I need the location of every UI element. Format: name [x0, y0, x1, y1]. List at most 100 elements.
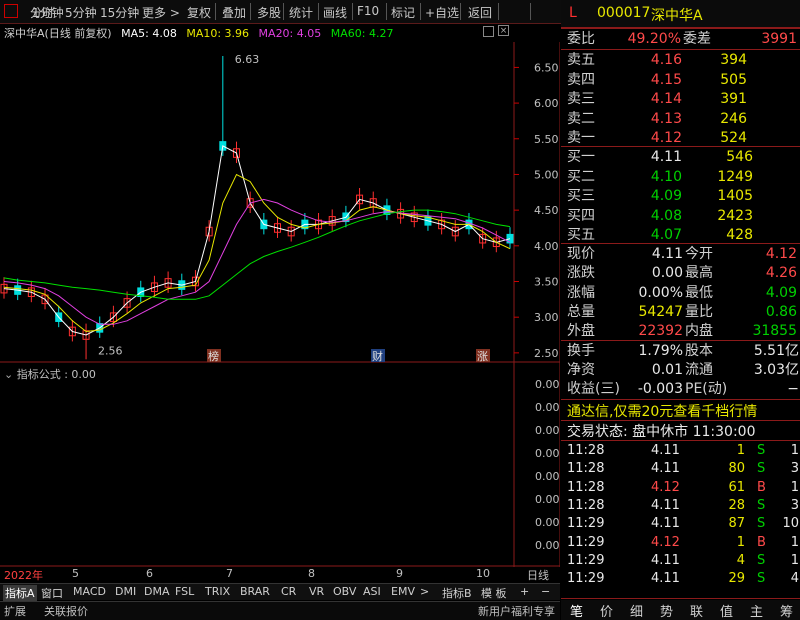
buy-row: 买四 4.08 2423: [567, 207, 799, 226]
buy-price: 4.09: [650, 188, 682, 204]
tick-row: 11:28 4.11 1 S 1: [567, 442, 799, 460]
indicator-tab-9[interactable]: VR: [309, 585, 324, 598]
toolbar-8[interactable]: 统计: [289, 4, 313, 21]
toolbar-divider: [530, 3, 531, 20]
detail-tab-6[interactable]: 主: [750, 601, 763, 620]
tick-row: 11:29 4.11 87 S 10: [567, 515, 799, 533]
toolbar-11[interactable]: 标记: [391, 4, 415, 21]
indicator-tab-17[interactable]: −: [541, 585, 550, 598]
toolbar-4[interactable]: 更多 >: [142, 4, 180, 21]
indicator-tab-6[interactable]: TRIX: [205, 585, 230, 598]
toolbar-3[interactable]: 15分钟: [100, 4, 139, 21]
fund-row: 换手 1.79% 股本 5.51亿: [567, 342, 799, 361]
y-tick-label: 4.00: [534, 240, 559, 253]
close-icon[interactable]: ×: [498, 25, 509, 36]
fund-label: 股本: [685, 343, 713, 359]
indicator-tab-12[interactable]: EMV: [391, 585, 415, 598]
detail-tab-4[interactable]: 联: [690, 601, 703, 620]
event-marker[interactable]: 财: [372, 349, 383, 363]
toolbar-1[interactable]: 1分钟: [32, 4, 64, 21]
detail-tab-0[interactable]: 笔: [570, 601, 583, 620]
tick-count: 1: [790, 534, 799, 550]
stat-value: 0.00%: [638, 284, 683, 301]
indicator-tab-4[interactable]: DMA: [144, 585, 170, 598]
indicator-tab-0[interactable]: 指标A: [3, 585, 37, 601]
stat-value: 54247: [638, 303, 683, 320]
indicator-tab-13[interactable]: >: [420, 585, 429, 598]
indicator-tick: 0.00: [535, 447, 560, 460]
y-tick-label: 2.50: [534, 347, 559, 360]
toolbar-divider: [460, 3, 461, 20]
buy-label: 买四: [567, 207, 595, 224]
indicator-tick: 0.00: [535, 493, 560, 506]
indicator-tab-16[interactable]: +: [520, 585, 529, 598]
promo-link[interactable]: 新用户福利专享: [478, 603, 555, 619]
tick-count: 1: [790, 552, 799, 568]
indicator-tab-1[interactable]: 窗口: [41, 585, 63, 601]
tick-time: 11:28: [567, 443, 605, 458]
detail-tab-1[interactable]: 价: [600, 601, 613, 620]
tick-volume: 4: [736, 552, 745, 568]
dropdown-icon[interactable]: ⌄: [4, 368, 13, 381]
tick-count: 3: [790, 497, 799, 513]
buy-volume: 1405: [717, 188, 753, 204]
promo-banner[interactable]: 通达信,仅需20元查看千档行情: [567, 401, 757, 421]
indicator-tab-3[interactable]: DMI: [115, 585, 136, 598]
toolbar-5[interactable]: 复权: [187, 4, 211, 21]
tick-count: 1: [790, 443, 799, 458]
detail-tab-5[interactable]: 值: [720, 601, 733, 620]
indicator-tab-10[interactable]: OBV: [333, 585, 356, 598]
expand-button[interactable]: 扩展: [4, 603, 26, 619]
kline-chart[interactable]: 6.50 6.00 5.50 5.00 4.50 4.00 3.50 3.00 2.50 6.63…: [0, 42, 560, 567]
indicator-tick: 0.00: [535, 401, 560, 414]
sell-volume: 394: [720, 52, 747, 68]
indicator-tab-14[interactable]: 指标B: [442, 585, 472, 601]
tick-count: 1: [790, 479, 799, 495]
indicator-tab-7[interactable]: BRAR: [240, 585, 270, 598]
stat-value: 0.86: [765, 303, 797, 320]
stat-value: 4.09: [765, 284, 797, 301]
sell-row: 卖五 4.16 394: [567, 51, 799, 70]
stat-row: 外盘 22392 内盘 31855: [567, 322, 799, 341]
toolbar-2[interactable]: 5分钟: [65, 4, 97, 21]
y-tick-label: 6.00: [534, 97, 559, 110]
bottom-bar: 扩展 关联报价 新用户福利专享: [0, 601, 560, 620]
sell-volume: 505: [720, 71, 747, 88]
detail-tab-2[interactable]: 细: [630, 601, 643, 620]
indicator-tab-15[interactable]: 模 板: [481, 585, 507, 601]
indicator-tabs: 指标A 窗口 MACD DMI DMA FSL TRIX BRAR CR VR OBV ASI EMV >…: [0, 583, 560, 601]
app-logo-icon: [4, 4, 18, 18]
stat-value: 31855: [752, 323, 797, 340]
event-marker[interactable]: 榜: [208, 349, 219, 363]
period-label: 日线: [527, 569, 549, 582]
stat-row: 现价 4.11 今开 4.12: [567, 245, 799, 264]
stat-label: 外盘: [567, 323, 595, 340]
related-quote-button[interactable]: 关联报价: [44, 603, 88, 619]
buy-price: 4.11: [650, 149, 682, 165]
sell-price: 4.13: [650, 110, 682, 127]
tick-time: 11:29: [567, 571, 605, 587]
toolbar-13[interactable]: 返回: [468, 4, 492, 21]
legend-ma10: MA10: 3.96: [186, 27, 250, 40]
event-marker[interactable]: 涨: [477, 350, 488, 363]
toolbar-7[interactable]: 多股: [257, 4, 281, 21]
indicator-tab-11[interactable]: ASI: [363, 585, 381, 598]
toolbar-9[interactable]: 画线: [323, 4, 347, 21]
indicator-tick: 0.00: [535, 539, 560, 552]
indicator-tab-5[interactable]: FSL: [175, 585, 194, 598]
fund-row: 净资 0.01 流通 3.03亿: [567, 361, 799, 380]
tick-time: 11:28: [567, 461, 605, 477]
legend-stock: 深中华A(日线 前复权): [4, 27, 112, 40]
detail-tab-3[interactable]: 势: [660, 601, 673, 620]
toolbar-6[interactable]: 叠加: [222, 4, 246, 21]
settings-icon[interactable]: [483, 26, 494, 37]
indicator-tab-2[interactable]: MACD: [73, 585, 106, 598]
toolbar-12[interactable]: +自选: [425, 4, 459, 21]
tick-price: 4.11: [651, 461, 680, 477]
buy-volume: 2423: [717, 207, 753, 224]
buy-label: 买二: [567, 168, 595, 185]
tick-side: S: [757, 552, 766, 568]
indicator-tab-8[interactable]: CR: [281, 585, 296, 598]
detail-tab-7[interactable]: 筹: [780, 601, 793, 620]
toolbar-10[interactable]: F10: [357, 4, 379, 18]
